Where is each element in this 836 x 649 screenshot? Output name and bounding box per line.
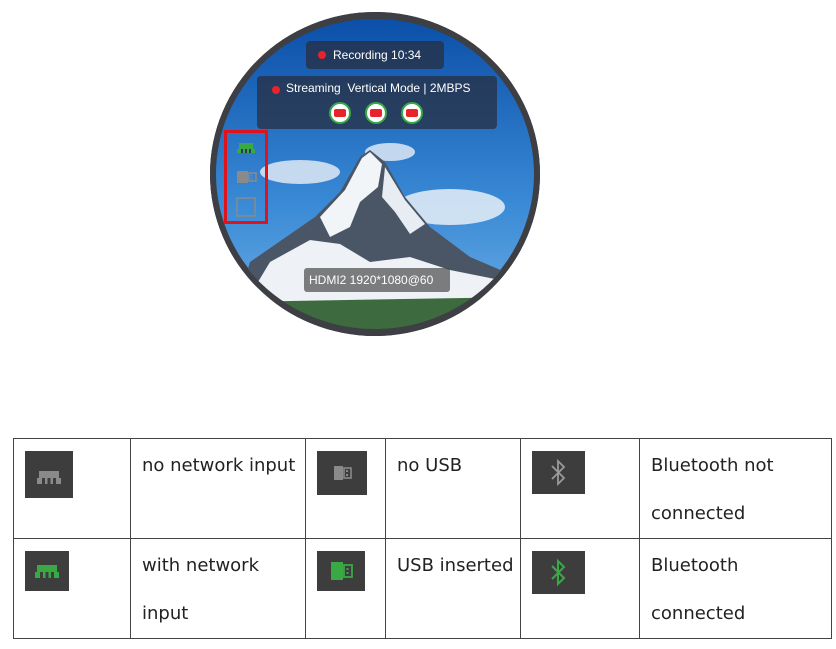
legend-label: no network input — [130, 438, 306, 539]
youtube-icon — [329, 102, 351, 124]
bluetooth-icon — [532, 551, 585, 594]
status-icon-legend-table: no network input no USB Bluetooth not co… — [13, 438, 832, 639]
device-screen-preview: Recording 10:34 Streaming Vertical Mode … — [210, 12, 540, 336]
network-icon — [25, 451, 73, 498]
streaming-dot-icon — [272, 86, 280, 94]
recording-label: Recording 10:34 — [333, 48, 422, 62]
legend-label: Bluetooth connected — [639, 538, 832, 639]
streaming-label: Streaming Vertical Mode | 2MBPS — [286, 81, 471, 95]
network-icon — [237, 143, 255, 153]
legend-label: with network input — [130, 538, 306, 639]
network-icon — [25, 551, 69, 591]
table-row: no network input no USB Bluetooth not co… — [13, 438, 832, 539]
bluetooth-icon — [236, 197, 256, 217]
usb-icon — [317, 551, 365, 591]
hdmi-label: HDMI2 1920*1080@60 — [309, 273, 434, 287]
legend-label: Bluetooth not connected — [639, 438, 832, 539]
streaming-status-panel: Streaming Vertical Mode | 2MBPS — [257, 76, 497, 129]
recording-status-pill: Recording 10:34 — [306, 41, 444, 69]
bluetooth-icon — [532, 451, 585, 494]
table-row: with network input USB inserted Bluetoot… — [13, 538, 832, 639]
legend-label: no USB — [385, 438, 521, 539]
legend-label: USB inserted — [385, 538, 521, 639]
recording-dot-icon — [318, 51, 326, 59]
usb-icon — [237, 171, 257, 183]
youtube-icon — [401, 102, 423, 124]
youtube-icon — [365, 102, 387, 124]
hdmi-source-pill: HDMI2 1920*1080@60 — [304, 268, 450, 292]
usb-icon — [317, 451, 367, 495]
status-icons-highlight — [224, 130, 268, 224]
round-screen: Recording 10:34 Streaming Vertical Mode … — [210, 12, 540, 336]
